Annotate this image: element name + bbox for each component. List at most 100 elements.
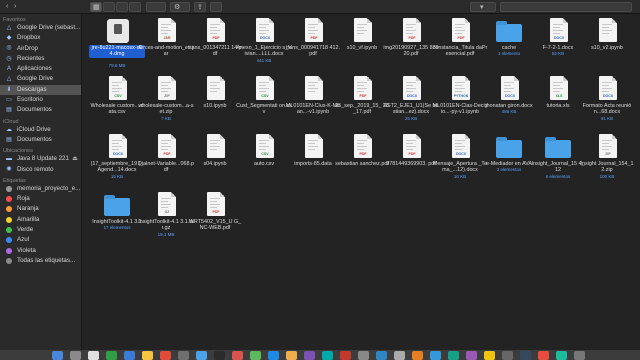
sidebar-item[interactable]: ▤ Documentos (0, 105, 81, 115)
file-item[interactable]: PDF img20190927_135 83920.pdf (383, 18, 439, 58)
sidebar-item[interactable]: △ Google Drive (sebast... (0, 23, 81, 33)
eject-icon[interactable]: ⏏ (72, 154, 78, 164)
file-item[interactable]: GZ InsightToolkit-4.1 3.1.tar.gz 19,1 MB (138, 192, 194, 237)
dock-app-icon[interactable] (538, 351, 549, 360)
dock-app-icon[interactable] (556, 351, 567, 360)
folder-item[interactable]: Insight_Journal_15 4_12 6 elementos (530, 134, 586, 179)
sidebar-item[interactable]: ◎ AirDrop (0, 44, 81, 54)
sidebar-item[interactable]: ⬇ Descargas (0, 84, 81, 96)
file-item[interactable]: DOCX Mensaje_Apertura _Tema_...12).docx 16… (432, 134, 488, 179)
file-item[interactable]: XLS tutoria.xls (530, 76, 586, 109)
sidebar-tag[interactable]: Violeta (0, 246, 81, 256)
file-item[interactable]: PDF sebastian sanchez.pdf (334, 134, 390, 167)
dock-app-icon[interactable] (358, 351, 369, 360)
file-item[interactable]: s10.ipynb (187, 76, 243, 109)
file-item[interactable]: CSV Cust_Segmentati on.csv (236, 76, 292, 116)
file-item[interactable]: PDF Dialnet-Variable...068.pdf (138, 134, 194, 174)
dock-app-icon[interactable] (70, 351, 81, 360)
dock-app-icon[interactable] (160, 351, 171, 360)
sidebar-item[interactable]: △ Google Drive (0, 74, 81, 84)
file-item[interactable]: DOCX Formato Acta reunión...68.docx 91 KB (579, 76, 635, 121)
dropbox-button[interactable]: ▾ (470, 2, 496, 12)
file-item[interactable]: PDF constancia_Titula daPresencial.pdf (432, 18, 488, 58)
dock-app-icon[interactable] (52, 351, 63, 360)
sidebar-item[interactable]: ◷ Recientes (0, 54, 81, 64)
file-item[interactable]: PDF WRT5402_V15_U G_NC-WEB.pdf (187, 192, 243, 232)
dock-app-icon[interactable] (232, 351, 243, 360)
file-item[interactable]: PDF 9781449369903. pdf (383, 134, 439, 167)
dock-app-icon[interactable] (286, 351, 297, 360)
group-button[interactable] (146, 2, 166, 12)
file-item[interactable]: DOCX F-7-2-1.docx 52 KB (530, 18, 586, 57)
folder-item[interactable]: e-Mediador en AVA 3 elementos (481, 134, 537, 173)
tags-button[interactable] (210, 2, 222, 12)
sidebar-tag[interactable]: Naranja (0, 204, 81, 214)
dock-app-icon[interactable] (142, 351, 153, 360)
sidebar-tag[interactable]: Verde (0, 225, 81, 235)
dock-app-icon[interactable] (394, 351, 405, 360)
icon-view-button[interactable]: ▦ (90, 2, 102, 12)
file-item[interactable]: CSV auto.csv (236, 134, 292, 167)
forward-button[interactable]: › (14, 2, 16, 12)
dock-app-icon[interactable] (178, 351, 189, 360)
file-item[interactable]: JAR forces-and-motion_es.jar (138, 18, 194, 58)
sidebar-item[interactable]: ▬ Java 8 Update 221 ⏏ (0, 154, 81, 164)
column-view-button[interactable] (116, 2, 128, 12)
dock-app-icon[interactable] (412, 351, 423, 360)
file-item[interactable]: jre-8u221-macosx-x64.dmg 79,6 MB (89, 18, 145, 68)
gallery-view-button[interactable] (129, 2, 141, 12)
file-item[interactable]: DOCX Anexo_1_Ejercicio s_Vivian....LLL.do… (236, 18, 292, 63)
file-item[interactable]: s04.ipynb (187, 134, 243, 167)
file-item[interactable]: ZIP Insight Journal_154_12.zip 100 KB (579, 134, 635, 179)
sidebar-item[interactable]: ◉ Disco remoto (0, 165, 81, 175)
dock-app-icon[interactable] (268, 351, 279, 360)
sidebar-tag[interactable]: Amarilla (0, 215, 81, 225)
file-item[interactable]: PDF trans_000941718 412.pdf (285, 18, 341, 58)
file-item[interactable]: ML0101EN-Clus-K-Mean...-v1.ipynb (285, 76, 341, 116)
sidebar-tag[interactable]: memoria_proyecto_e... (0, 184, 81, 194)
file-item[interactable]: s10_v2.ipynb (579, 18, 635, 51)
file-item[interactable]: imports-85.data (285, 134, 341, 167)
file-item[interactable]: DOCX EST2_EJE1_U1(Se bastian...ez).docx 25… (383, 76, 439, 121)
sidebar-tag[interactable]: Azul (0, 235, 81, 245)
dock-app-icon[interactable] (106, 351, 117, 360)
search-input[interactable] (500, 2, 632, 12)
dock-app-icon[interactable] (214, 351, 225, 360)
sidebar-item[interactable]: ▤ Documentos (0, 135, 81, 145)
share-button[interactable]: ⇪ (194, 2, 206, 12)
sidebar-item[interactable]: ▭ Escritorio (0, 95, 81, 105)
sidebar-tag[interactable]: Todas las etiquetas... (0, 256, 81, 266)
file-item[interactable]: PYTHON ML0101EN-Clas-Decisio...-py-v1.ipy… (432, 76, 488, 116)
file-item[interactable]: s10_vf.ipynb (334, 18, 390, 51)
file-item[interactable]: DOCX jhonatan giron.docx 488 KB (481, 76, 537, 115)
dock-app-icon[interactable] (466, 351, 477, 360)
sidebar-item[interactable]: ◆ Dropbox (0, 33, 81, 43)
dock-app-icon[interactable] (124, 351, 135, 360)
file-item[interactable]: PDF 25_sep._2019_15_ 26_17.pdf (334, 76, 390, 116)
file-item[interactable]: DOCX (17_septiembre_19 )_Agend...14.docx 1… (89, 134, 145, 179)
dock-app-icon[interactable] (430, 351, 441, 360)
dock-app-icon[interactable] (520, 351, 531, 360)
list-view-button[interactable] (103, 2, 115, 12)
dock-app-icon[interactable] (322, 351, 333, 360)
file-item[interactable]: PDF trans_001347211 14.pdf (187, 18, 243, 58)
folder-item[interactable]: InsightToolkit-4.1 3.1 17 elementos (89, 192, 145, 231)
dock-app-icon[interactable] (448, 351, 459, 360)
dock-app-icon[interactable] (376, 351, 387, 360)
dock-app-icon[interactable] (196, 351, 207, 360)
file-item[interactable]: CSV Wholesale custom....data.csv (89, 76, 145, 116)
sidebar-item[interactable]: ☁ iCloud Drive (0, 125, 81, 135)
back-button[interactable]: ‹ (6, 2, 8, 12)
folder-item[interactable]: cache 1 elemento (481, 18, 537, 57)
sidebar-tag[interactable]: Roja (0, 194, 81, 204)
sidebar-item[interactable]: A Aplicaciones (0, 64, 81, 74)
dock-app-icon[interactable] (340, 351, 351, 360)
dock-app-icon[interactable] (88, 351, 99, 360)
dock-app-icon[interactable] (574, 351, 585, 360)
action-button[interactable]: ⚙ (170, 2, 190, 12)
dock-app-icon[interactable] (250, 351, 261, 360)
dock-app-icon[interactable] (484, 351, 495, 360)
file-item[interactable]: ZIP wholesale-custom...a-set.zip 7 KB (138, 76, 194, 121)
dock-app-icon[interactable] (304, 351, 315, 360)
dock-app-icon[interactable] (502, 351, 513, 360)
